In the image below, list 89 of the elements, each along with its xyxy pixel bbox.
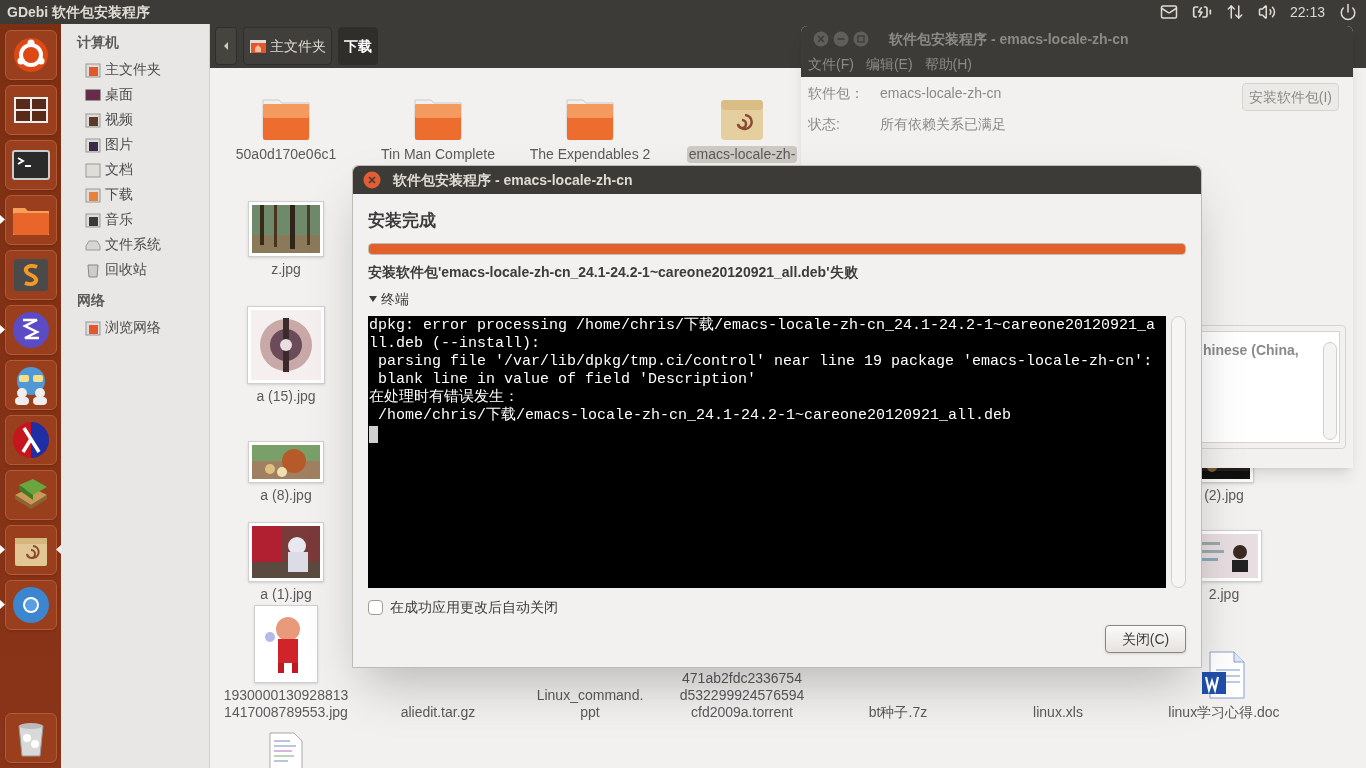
folder-icon bbox=[85, 186, 101, 203]
folder-icon bbox=[85, 319, 101, 336]
file-name[interactable]: Tin Man Complete bbox=[379, 146, 497, 163]
checkbox[interactable] bbox=[368, 599, 383, 615]
sidebar-heading: 网络 bbox=[76, 291, 106, 310]
field-label: 软件包： bbox=[808, 84, 865, 103]
mail-icon[interactable] bbox=[1159, 3, 1178, 21]
file-name[interactable]: a (1).jpg bbox=[258, 586, 314, 603]
network-icon[interactable] bbox=[1225, 3, 1244, 21]
dialog-title: 软件包安装程序 - emacs-locale-zh-cn bbox=[393, 170, 633, 190]
folder-icon bbox=[85, 161, 101, 178]
file-name[interactable]: 1930000130928813 1417008789553.jpg bbox=[221, 687, 351, 721]
folder-icon bbox=[85, 111, 101, 128]
sidebar-item[interactable]: 文件系统 bbox=[61, 232, 209, 257]
app-title: GDebi 软件包安装程序 bbox=[7, 2, 151, 22]
thumbnail-frame[interactable] bbox=[248, 522, 324, 582]
text-document-icon bbox=[268, 731, 304, 768]
scrollbar[interactable] bbox=[1323, 342, 1337, 440]
thumbnail-frame[interactable] bbox=[248, 441, 324, 483]
terminal-output: dpkg: error processing /home/chris/下载/emacs-locale-zh-cn_24.1-24.2-1~careone20120921_a ll.deb (--install): parsing file '/var/lib/dpkg/tmp.ci/control' near line 19 package 'emacs-locale-zh-cn': blank line in value of field 'Description' 在处理时有错误发生： /home/chris/下载/emacs-locale-zh-cn_24.1-24.2-1~careone20120921_all.deb bbox=[369, 316, 1157, 425]
terminal[interactable] bbox=[368, 315, 1166, 588]
thumbnail-frame[interactable] bbox=[247, 306, 325, 384]
launcher-button[interactable] bbox=[4, 414, 57, 465]
path-button[interactable]: 主文件夹 bbox=[243, 27, 332, 65]
folder-icon bbox=[85, 136, 101, 153]
field-value: emacs-locale-zh-cn bbox=[880, 84, 1002, 103]
file-name[interactable]: (2).jpg bbox=[1202, 487, 1246, 504]
folder-icon bbox=[85, 211, 101, 228]
thumbnail-frame[interactable] bbox=[254, 605, 318, 683]
terminal-expander[interactable]: 终端 bbox=[368, 288, 409, 310]
thumbnail-frame[interactable] bbox=[248, 201, 324, 257]
description-text: hinese (China, bbox=[1203, 341, 1299, 360]
folder-icon bbox=[85, 61, 101, 78]
sidebar-item[interactable]: 浏览网络 bbox=[61, 315, 209, 340]
status-message: 安装软件包'emacs-locale-zh-cn_24.1-24.2-1~careone20120921_all.deb'失败 bbox=[368, 262, 859, 282]
trash-icon bbox=[85, 261, 101, 278]
close-icon[interactable] bbox=[363, 171, 381, 189]
launcher-button[interactable] bbox=[4, 139, 57, 190]
field-value: 所有依赖关系已满足 bbox=[880, 115, 1006, 134]
launcher-button[interactable] bbox=[4, 84, 57, 135]
word-document-icon bbox=[1200, 650, 1248, 700]
home-folder-icon bbox=[249, 38, 267, 54]
back-button[interactable] bbox=[215, 27, 237, 65]
sidebar-item[interactable]: 音乐 bbox=[61, 207, 209, 232]
sidebar-item[interactable]: 视频 bbox=[61, 107, 209, 132]
sidebar-item[interactable]: 文档 bbox=[61, 157, 209, 182]
launcher-button[interactable] bbox=[4, 712, 57, 763]
window-title: 软件包安装程序 - emacs-locale-zh-cn bbox=[889, 29, 1129, 49]
launcher-button[interactable] bbox=[4, 29, 57, 80]
file-name[interactable]: a (15).jpg bbox=[254, 388, 318, 405]
volume-icon[interactable] bbox=[1257, 3, 1276, 21]
sidebar-heading: 计算机 bbox=[75, 33, 120, 52]
checkbox-label: 在成功应用更改后自动关闭 bbox=[390, 597, 558, 617]
sidebar-item[interactable]: 桌面 bbox=[61, 82, 209, 107]
power-icon[interactable] bbox=[1339, 3, 1357, 21]
launcher-button[interactable] bbox=[4, 524, 57, 575]
file-name[interactable]: Linux_command. ppt bbox=[534, 687, 646, 721]
field-label: 状态: bbox=[808, 115, 841, 134]
path-button[interactable]: 下载 bbox=[338, 27, 378, 65]
sidebar-item[interactable]: 回收站 bbox=[61, 257, 209, 282]
scrollbar[interactable] bbox=[1171, 315, 1186, 588]
file-name[interactable]: linux学习心得.doc bbox=[1166, 704, 1282, 721]
caret-left-icon bbox=[223, 42, 229, 50]
sidebar-item[interactable]: 图片 bbox=[61, 132, 209, 157]
file-name[interactable]: z.jpg bbox=[269, 261, 303, 278]
file-name[interactable]: 50a0d170e06c1 bbox=[233, 146, 339, 163]
file-name[interactable]: emacs-locale-zh- bbox=[686, 146, 798, 163]
close-button[interactable]: 关闭(C) bbox=[1105, 625, 1186, 653]
launcher-button[interactable] bbox=[4, 304, 57, 355]
file-name[interactable]: bt种子.7z bbox=[866, 704, 930, 721]
desktop-icon bbox=[85, 86, 101, 103]
triangle-down-icon bbox=[368, 294, 378, 304]
file-name[interactable]: The Expendables 2 bbox=[527, 146, 653, 163]
dialog-heading: 安装完成 bbox=[368, 210, 437, 232]
file-name[interactable]: linux.xls bbox=[1031, 704, 1085, 721]
menu-item[interactable]: 编辑(E) bbox=[865, 54, 913, 75]
menu-item[interactable]: 帮助(H) bbox=[924, 54, 972, 75]
launcher-button[interactable] bbox=[4, 579, 57, 630]
file-name[interactable]: 2.jpg bbox=[1206, 586, 1242, 603]
sidebar-item[interactable]: 主文件夹 bbox=[61, 57, 209, 82]
file-name[interactable]: a (8).jpg bbox=[258, 487, 314, 504]
file-name[interactable]: aliedit.tar.gz bbox=[398, 704, 478, 721]
sidebar-item[interactable]: 下载 bbox=[61, 182, 209, 207]
launcher-button[interactable] bbox=[4, 194, 57, 245]
menu-item[interactable]: 文件(F) bbox=[808, 54, 854, 75]
file-name[interactable]: 471ab2fdc2336754 d532299924576594 cfd2009a.torrent bbox=[677, 670, 807, 721]
launcher-button[interactable] bbox=[4, 359, 57, 410]
clock[interactable]: 22:13 bbox=[1289, 1, 1325, 23]
terminal-cursor bbox=[369, 425, 378, 443]
